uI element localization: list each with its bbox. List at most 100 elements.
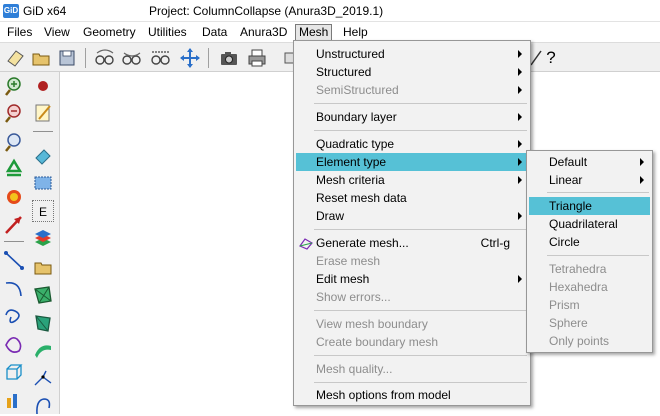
zoom-out-icon[interactable] bbox=[121, 47, 143, 69]
submenu-item-circle[interactable]: Circle bbox=[529, 233, 650, 251]
menu-item-boundary-layer[interactable]: Boundary layer bbox=[296, 108, 528, 126]
menu-separator bbox=[314, 382, 527, 383]
open-folder-icon[interactable] bbox=[30, 47, 52, 69]
menu-separator bbox=[314, 229, 527, 230]
menu-item-erase-mesh[interactable]: Erase mesh bbox=[296, 252, 528, 270]
screenshot-camera-icon[interactable] bbox=[218, 47, 240, 69]
menu-mesh[interactable]: Mesh bbox=[295, 24, 333, 41]
pan-icon[interactable] bbox=[179, 47, 201, 69]
record-point-icon[interactable] bbox=[32, 75, 54, 97]
new-file-icon[interactable] bbox=[4, 47, 26, 69]
submenu-item-hexahedra[interactable]: Hexahedra bbox=[529, 278, 650, 296]
volume-tool-icon[interactable] bbox=[3, 361, 25, 383]
title-bar: GiD GiD x64 Project: ColumnCollapse (Anu… bbox=[0, 0, 660, 22]
menu-separator bbox=[314, 103, 527, 104]
submenu-item-default[interactable]: Default bbox=[529, 153, 650, 171]
submenu-arrow-icon bbox=[518, 158, 522, 166]
menu-bar: Files View Geometry Utilities Data Anura… bbox=[0, 22, 660, 42]
menu-item-semistructured[interactable]: SemiStructured bbox=[296, 81, 528, 99]
layers-icon[interactable] bbox=[32, 228, 54, 250]
help-icon[interactable]: ? bbox=[540, 47, 562, 69]
save-icon[interactable] bbox=[56, 47, 78, 69]
select-window-icon[interactable] bbox=[32, 172, 54, 194]
submenu-arrow-icon bbox=[518, 113, 522, 121]
menu-item-draw[interactable]: Draw bbox=[296, 207, 528, 225]
generate-mesh-icon bbox=[299, 238, 313, 250]
mesh-volume-icon[interactable] bbox=[32, 312, 54, 334]
menu-item-structured[interactable]: Structured bbox=[296, 63, 528, 81]
print-icon[interactable] bbox=[246, 47, 268, 69]
menu-item-mesh-criteria[interactable]: Mesh criteria bbox=[296, 171, 528, 189]
element-type-submenu: Default Linear Triangle Quadrilateral Ci… bbox=[526, 150, 653, 353]
zoom-in-magnifier-icon[interactable] bbox=[3, 75, 25, 97]
menu-files[interactable]: Files bbox=[4, 24, 35, 41]
menu-separator bbox=[314, 310, 527, 311]
menu-item-show-errors[interactable]: Show errors... bbox=[296, 288, 528, 306]
submenu-item-quadrilateral[interactable]: Quadrilateral bbox=[529, 215, 650, 233]
menu-item-view-mesh-boundary[interactable]: View mesh boundary bbox=[296, 315, 528, 333]
submenu-arrow-icon bbox=[518, 50, 522, 58]
menu-utilities[interactable]: Utilities bbox=[145, 24, 190, 41]
toolbar-separator bbox=[208, 48, 209, 68]
chart-tool-icon[interactable] bbox=[3, 388, 25, 410]
sidebar-separator bbox=[33, 131, 53, 132]
menu-item-element-type[interactable]: Element type bbox=[296, 153, 528, 171]
menu-data[interactable]: Data bbox=[199, 24, 230, 41]
menu-item-create-boundary-mesh[interactable]: Create boundary mesh bbox=[296, 333, 528, 351]
submenu-arrow-icon bbox=[518, 212, 522, 220]
menu-separator bbox=[314, 355, 527, 356]
shell-icon[interactable] bbox=[32, 340, 54, 362]
menu-help[interactable]: Help bbox=[340, 24, 371, 41]
menu-item-reset-mesh-data[interactable]: Reset mesh data bbox=[296, 189, 528, 207]
submenu-arrow-icon bbox=[518, 176, 522, 184]
app-name: GiD x64 bbox=[23, 4, 67, 18]
menu-item-quadratic-type[interactable]: Quadratic type bbox=[296, 135, 528, 153]
zoom-frame-icon[interactable] bbox=[3, 131, 25, 153]
submenu-item-linear[interactable]: Linear bbox=[529, 171, 650, 189]
menu-item-unstructured[interactable]: Unstructured bbox=[296, 45, 528, 63]
folder-icon[interactable] bbox=[32, 256, 54, 278]
window-title: Project: ColumnCollapse (Anura3D_2019.1) bbox=[149, 4, 384, 18]
spline-tool-icon[interactable] bbox=[3, 305, 25, 327]
rotate-icon[interactable] bbox=[150, 47, 172, 69]
menu-geometry[interactable]: Geometry bbox=[80, 24, 139, 41]
surface-tool-icon[interactable] bbox=[3, 333, 25, 355]
toolbar-separator bbox=[85, 48, 86, 68]
eraser-icon[interactable] bbox=[32, 144, 54, 166]
zoom-in-icon[interactable] bbox=[94, 47, 116, 69]
menu-item-mesh-quality[interactable]: Mesh quality... bbox=[296, 360, 528, 378]
mesh-surface-icon[interactable] bbox=[32, 284, 54, 306]
menu-item-edit-mesh[interactable]: Edit mesh bbox=[296, 270, 528, 288]
submenu-item-sphere[interactable]: Sphere bbox=[529, 314, 650, 332]
submenu-item-triangle[interactable]: Triangle bbox=[529, 197, 650, 215]
submenu-arrow-icon bbox=[518, 68, 522, 76]
submenu-item-tetrahedra[interactable]: Tetrahedra bbox=[529, 260, 650, 278]
menu-item-mesh-options-from-model[interactable]: Mesh options from model bbox=[296, 386, 528, 404]
nodes-icon[interactable] bbox=[32, 368, 54, 390]
submenu-arrow-icon bbox=[518, 275, 522, 283]
menu-anura3d[interactable]: Anura3D bbox=[237, 24, 290, 41]
left-toolbox: E bbox=[0, 72, 60, 416]
menu-separator bbox=[314, 130, 527, 131]
submenu-arrow-icon bbox=[518, 86, 522, 94]
line-tool-icon[interactable] bbox=[3, 249, 25, 271]
submenu-item-only-points[interactable]: Only points bbox=[529, 332, 650, 350]
edit-notes-icon[interactable] bbox=[32, 102, 54, 124]
recycle-icon[interactable] bbox=[3, 158, 25, 180]
submenu-arrow-icon bbox=[518, 140, 522, 148]
gid-logo-icon: GiD bbox=[3, 4, 19, 18]
submenu-arrow-icon bbox=[640, 158, 644, 166]
arc-tool-icon[interactable] bbox=[3, 277, 25, 299]
menu-separator bbox=[547, 192, 649, 193]
zoom-out-magnifier-icon[interactable] bbox=[3, 102, 25, 124]
curve-tool-icon[interactable] bbox=[32, 394, 54, 416]
entity-label-icon[interactable]: E bbox=[32, 200, 54, 222]
mesh-menu: Unstructured Structured SemiStructured B… bbox=[293, 40, 531, 406]
menu-item-generate-mesh[interactable]: Generate mesh... Ctrl-g bbox=[296, 234, 528, 252]
shortcut-ctrl-g: Ctrl-g bbox=[480, 236, 510, 250]
sidebar-separator bbox=[4, 241, 24, 242]
render-icon[interactable] bbox=[3, 185, 25, 207]
menu-view[interactable]: View bbox=[41, 24, 73, 41]
arrow-tool-icon[interactable] bbox=[3, 213, 25, 235]
submenu-item-prism[interactable]: Prism bbox=[529, 296, 650, 314]
